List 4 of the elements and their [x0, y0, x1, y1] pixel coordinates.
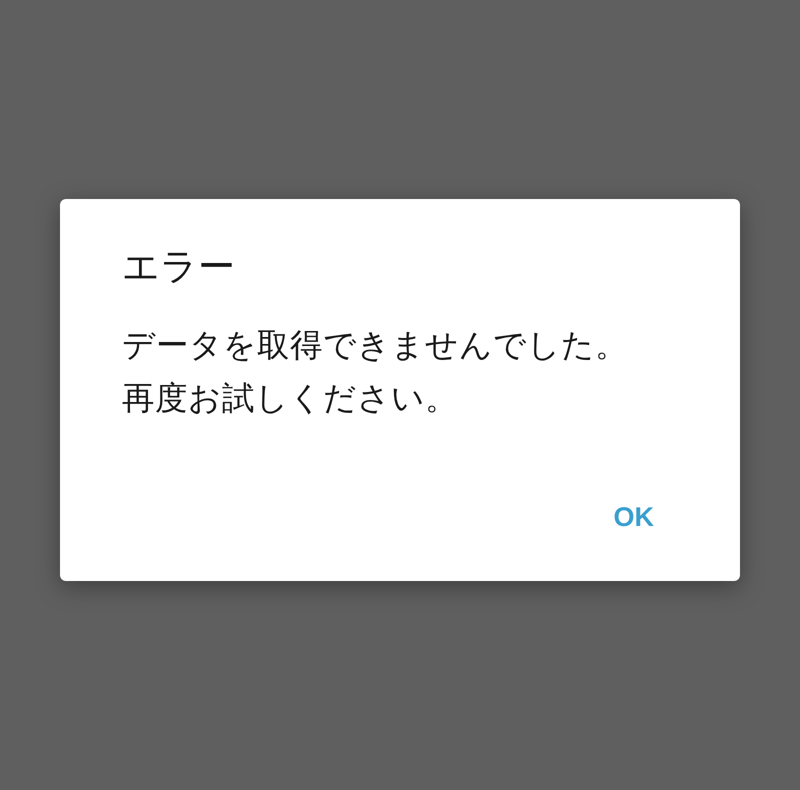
error-message: データを取得できませんでした。	[122, 325, 629, 366]
ok-button[interactable]: OK	[600, 496, 668, 537]
dialog-title: エラー	[122, 245, 236, 290]
error-message: 再度お試しください。	[122, 378, 459, 420]
